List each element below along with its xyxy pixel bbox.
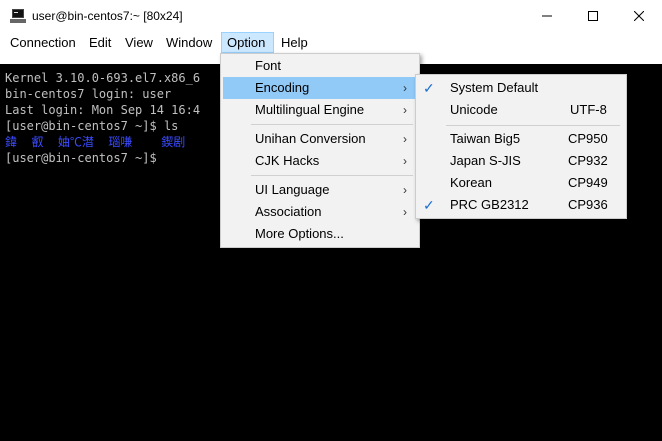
encoding-prc-gb2312-code: CP936 (568, 197, 608, 212)
option-ui-language-label: UI Language (255, 182, 330, 197)
encoding-unicode-label: Unicode (450, 102, 498, 117)
option-unihan-conversion-label: Unihan Conversion (255, 131, 366, 146)
minimize-button[interactable] (524, 0, 570, 32)
menu-window[interactable]: Window (161, 32, 217, 53)
terminal-line: bin-centos7 login: user (5, 87, 172, 101)
option-cjk-hacks[interactable]: CJK Hacks › (223, 150, 417, 172)
option-multilingual-engine-label: Multilingual Engine (255, 102, 365, 117)
menu-separator (446, 125, 620, 126)
close-icon (634, 11, 644, 21)
terminal-line: [user@bin-centos7 ~]$ ls (5, 119, 179, 133)
submenu-arrow-icon: › (403, 103, 407, 117)
encoding-japan-sjis-code: CP932 (568, 153, 608, 168)
option-ui-language[interactable]: UI Language › (223, 179, 417, 201)
option-association[interactable]: Association › (223, 201, 417, 223)
submenu-arrow-icon: › (403, 205, 407, 219)
encoding-japan-sjis-label: Japan S-JIS (450, 153, 521, 168)
terminal-app-icon (10, 9, 26, 23)
terminal-line-ls-output: 鍏 叡 妯℃澘 瑙嗛 鍥剧 (5, 135, 186, 149)
menu-separator (251, 124, 413, 125)
terminal-line: Last login: Mon Sep 14 16:4 (5, 103, 201, 117)
submenu-arrow-icon: › (403, 132, 407, 146)
option-multilingual-engine[interactable]: Multilingual Engine › (223, 99, 417, 121)
encoding-unicode[interactable]: Unicode UTF-8 (418, 99, 624, 121)
option-cjk-hacks-label: CJK Hacks (255, 153, 320, 168)
menu-edit[interactable]: Edit (84, 32, 116, 53)
encoding-prc-gb2312[interactable]: ✓ PRC GB2312 CP936 (418, 194, 624, 216)
menu-view[interactable]: View (120, 32, 158, 53)
submenu-arrow-icon: › (403, 154, 407, 168)
submenu-arrow-icon: › (403, 81, 407, 95)
encoding-unicode-code: UTF-8 (570, 102, 607, 117)
option-more-options-label: More Options... (255, 226, 344, 241)
terminal-line: Kernel 3.10.0-693.el7.x86_6 (5, 71, 201, 85)
encoding-korean-label: Korean (450, 175, 492, 190)
encoding-taiwan-big5-label: Taiwan Big5 (450, 131, 521, 146)
encoding-taiwan-big5[interactable]: Taiwan Big5 CP950 (418, 128, 624, 150)
terminal-prompt: [user@bin-centos7 ~]$ (5, 151, 164, 165)
maximize-button[interactable] (570, 0, 616, 32)
encoding-japan-sjis[interactable]: Japan S-JIS CP932 (418, 150, 624, 172)
option-association-label: Association (255, 204, 322, 219)
option-encoding[interactable]: Encoding › (223, 77, 417, 99)
option-unihan-conversion[interactable]: Unihan Conversion › (223, 128, 417, 150)
maximize-icon (588, 11, 598, 21)
encoding-korean-code: CP949 (568, 175, 608, 190)
option-font-label: Font (255, 58, 282, 73)
close-button[interactable] (616, 0, 662, 32)
window-title: user@bin-centos7:~ [80x24] (32, 9, 183, 23)
encoding-prc-gb2312-label: PRC GB2312 (450, 197, 529, 212)
menu-connection[interactable]: Connection (5, 32, 81, 53)
encoding-taiwan-big5-code: CP950 (568, 131, 608, 146)
option-font[interactable]: Font (223, 55, 417, 77)
submenu-arrow-icon: › (403, 183, 407, 197)
encoding-system-default-label: System Default (450, 80, 539, 95)
menu-bar: Connection Edit View Window Option Help (0, 32, 662, 53)
option-encoding-label: Encoding (255, 80, 310, 95)
checkmark-icon: ✓ (423, 80, 435, 96)
menu-separator (251, 175, 413, 176)
encoding-korean[interactable]: Korean CP949 (418, 172, 624, 194)
encoding-system-default[interactable]: ✓ System Default (418, 77, 624, 99)
menu-help[interactable]: Help (276, 32, 313, 53)
minimize-icon (542, 15, 552, 17)
option-menu: Font Encoding › Multilingual Engine › Un… (220, 53, 420, 248)
option-more-options[interactable]: More Options... (223, 223, 417, 245)
checkmark-icon: ✓ (423, 197, 435, 213)
encoding-submenu: ✓ System Default Unicode UTF-8 Taiwan Bi… (415, 74, 627, 219)
title-bar: user@bin-centos7:~ [80x24] (0, 0, 662, 32)
menu-option[interactable]: Option (221, 32, 274, 53)
